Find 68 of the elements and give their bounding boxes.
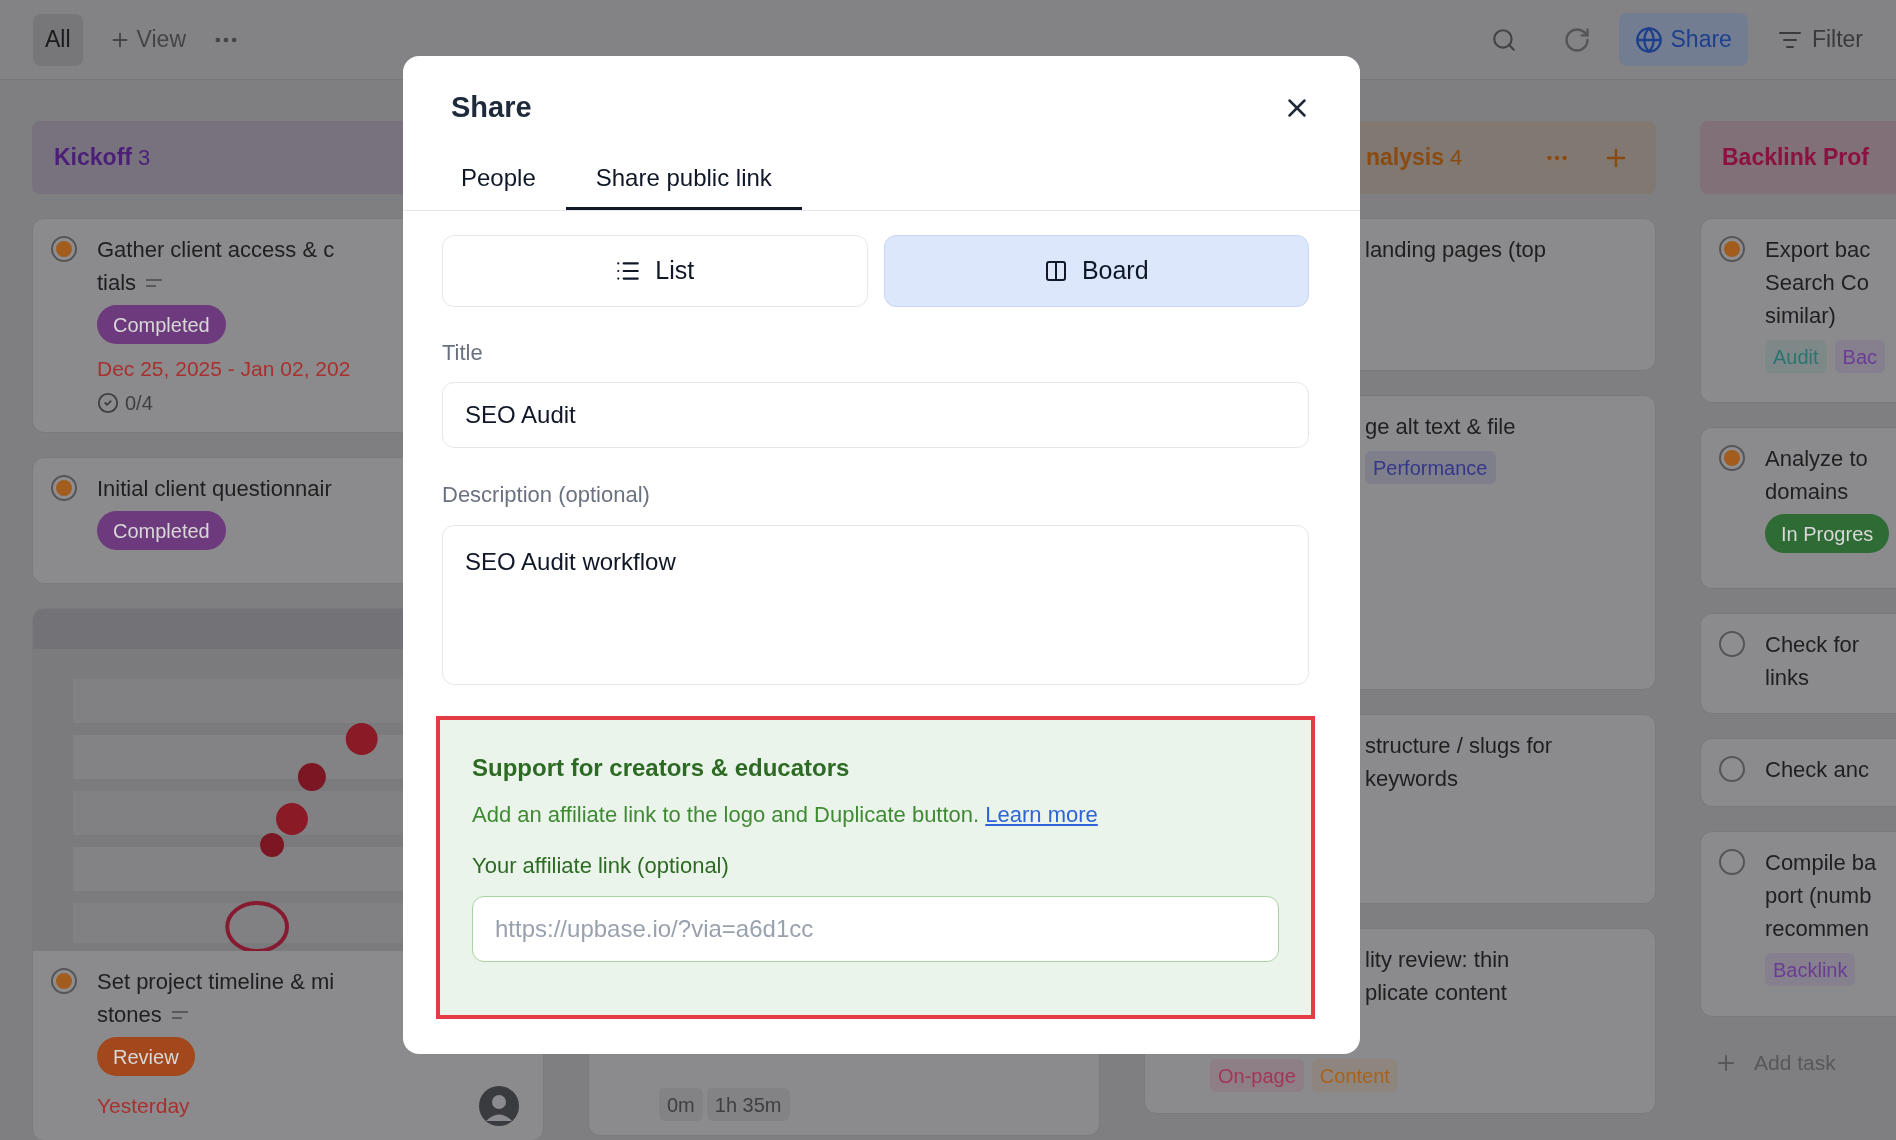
- time-chip: 0m: [659, 1088, 703, 1121]
- task-title: port (numb: [1765, 882, 1872, 910]
- learn-more-link[interactable]: Learn more: [985, 801, 1098, 827]
- column-count: 4: [1450, 144, 1463, 172]
- dialog-tab[interactable]: Share public link: [565, 149, 802, 210]
- column-title: nalysis: [1366, 143, 1444, 173]
- empty-status-icon[interactable]: [1719, 756, 1745, 782]
- task-card[interactable]: Analyze to domains In Progres: [1700, 427, 1896, 589]
- status-pill[interactable]: Review: [97, 1037, 195, 1076]
- view-option-button[interactable]: List: [442, 234, 868, 307]
- in-progress-status-icon[interactable]: [1719, 445, 1745, 471]
- column-count: 3: [137, 144, 151, 172]
- column-title: Kickoff: [54, 143, 132, 173]
- task-title: Gather client access & c: [97, 236, 335, 264]
- affiliate-link-input[interactable]: https://upbase.io/?via=a6d1cc: [472, 895, 1279, 962]
- task-title: Export bac: [1765, 236, 1871, 264]
- task-title: ge alt text & file: [1365, 413, 1516, 441]
- task-title: tials: [97, 269, 137, 297]
- due-date: Dec 25, 2025 - Jan 02, 202: [97, 356, 351, 382]
- task-title: Initial client questionnair: [97, 475, 332, 503]
- task-title: stones: [97, 1001, 162, 1029]
- task-card[interactable]: Compile ba port (numb recommen Backlink: [1700, 831, 1896, 1017]
- task-title: Check anc: [1765, 756, 1869, 784]
- board-icon: [1043, 258, 1068, 283]
- task-card[interactable]: Check anc: [1700, 738, 1896, 807]
- task-title: Compile ba: [1765, 849, 1877, 877]
- description-input[interactable]: SEO Audit workflow: [442, 524, 1309, 685]
- view-tab[interactable]: View: [96, 13, 198, 66]
- task-title: Set project timeline & mi: [97, 968, 335, 996]
- tag[interactable]: Performance: [1365, 451, 1496, 484]
- in-progress-status-icon[interactable]: [51, 968, 77, 994]
- filter-button[interactable]: Filter: [1777, 22, 1863, 57]
- task-title: recommen: [1765, 915, 1869, 943]
- task-title: domains: [1765, 478, 1849, 506]
- refresh-icon[interactable]: [1562, 25, 1591, 54]
- due-date: Yesterday: [97, 1093, 190, 1119]
- in-progress-status-icon[interactable]: [51, 475, 77, 501]
- checklist-count: 0/4: [125, 391, 153, 416]
- title-input[interactable]: SEO Audit: [442, 381, 1309, 448]
- task-card[interactable]: Export bac Search Co similar) Audit Bac: [1700, 218, 1896, 403]
- globe-icon: [1634, 25, 1663, 54]
- view-tab[interactable]: All: [33, 13, 83, 66]
- status-pill[interactable]: Completed: [97, 305, 226, 344]
- task-title: keywords: [1365, 765, 1458, 793]
- search-icon[interactable]: [1490, 26, 1517, 53]
- view-option-button[interactable]: Board: [883, 234, 1309, 307]
- time-chip: 1h 35m: [706, 1088, 790, 1121]
- task-title: structure / slugs for: [1365, 732, 1553, 760]
- column-title: Backlink Prof: [1722, 143, 1869, 173]
- in-progress-status-icon[interactable]: [51, 236, 77, 262]
- in-progress-status-icon[interactable]: [1719, 236, 1745, 262]
- task-title: Check for: [1765, 631, 1860, 659]
- status-pill[interactable]: In Progres: [1765, 514, 1890, 553]
- dialog-title: Share: [451, 90, 532, 125]
- task-title: landing pages (top: [1365, 236, 1547, 264]
- task-title: similar): [1765, 302, 1836, 330]
- status-pill[interactable]: Completed: [97, 511, 226, 550]
- task-title: Search Co: [1765, 269, 1869, 297]
- dialog-tab[interactable]: People: [431, 149, 566, 210]
- task-title: plicate content: [1365, 979, 1507, 1007]
- field-label: Title: [442, 338, 484, 367]
- empty-status-icon[interactable]: [1719, 631, 1745, 657]
- task-title: links: [1765, 664, 1809, 692]
- checklist-icon: [97, 392, 119, 414]
- task-title: lity review: thin: [1365, 946, 1510, 974]
- task-title: Analyze to: [1765, 445, 1868, 473]
- task-card[interactable]: Check for links: [1700, 613, 1896, 714]
- empty-status-icon[interactable]: [1719, 849, 1745, 875]
